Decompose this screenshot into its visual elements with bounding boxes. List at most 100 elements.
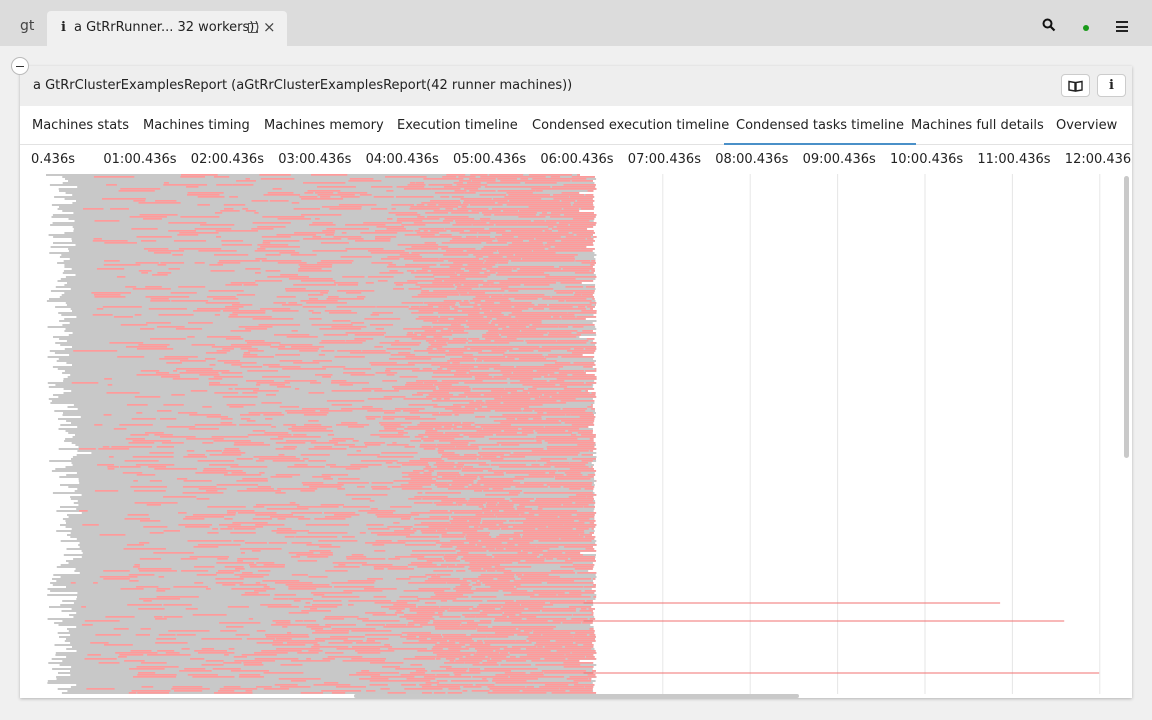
idle-row: [54, 644, 594, 646]
idle-row: [76, 508, 595, 510]
task-bar: [371, 262, 393, 264]
task-bar: [536, 498, 594, 500]
task-bar: [152, 274, 168, 276]
task-bar: [333, 566, 360, 568]
task-bar: [228, 648, 235, 650]
task-bar: [236, 458, 253, 460]
tab-machines-timing[interactable]: Machines timing: [131, 106, 262, 145]
vertical-scrollbar[interactable]: [1124, 176, 1129, 458]
collapse-button[interactable]: [11, 57, 29, 75]
task-bar: [222, 584, 236, 586]
tasks-timeline-chart[interactable]: [20, 174, 1132, 694]
task-bar: [106, 392, 140, 394]
task-bar: [242, 478, 268, 480]
task-bar: [485, 400, 557, 402]
book-button[interactable]: [1061, 74, 1090, 97]
task-bar: [545, 356, 558, 358]
task-bar: [305, 602, 311, 604]
task-bar: [157, 264, 167, 266]
task-bar: [457, 322, 489, 324]
task-bar: [351, 322, 365, 324]
close-icon[interactable]: ×: [263, 18, 276, 36]
task-bar: [406, 678, 436, 680]
task-bar: [323, 478, 333, 480]
tab-execution-timeline[interactable]: Execution timeline: [385, 106, 530, 145]
task-bar: [427, 578, 460, 580]
task-bar: [465, 536, 492, 538]
task-bar: [332, 562, 367, 564]
maximize-icon[interactable]: [248, 23, 258, 33]
task-bar: [393, 522, 400, 524]
task-bar: [369, 500, 375, 502]
task-bar: [417, 650, 461, 652]
task-bar: [464, 406, 482, 408]
task-bar: [251, 228, 274, 230]
inspect-button[interactable]: i: [1097, 74, 1126, 97]
task-bar: [127, 514, 149, 516]
task-bar: [133, 490, 166, 492]
task-bar: [170, 292, 197, 294]
task-bar: [460, 304, 478, 306]
task-bar: [319, 546, 341, 548]
task-bar: [279, 360, 303, 362]
task-bar: [420, 444, 436, 446]
tab-condensed-tasks-timeline[interactable]: Condensed tasks timeline: [724, 106, 917, 145]
idle-row: [70, 496, 594, 498]
task-bar: [562, 318, 586, 320]
search-icon[interactable]: [1042, 17, 1056, 36]
time-tick-label: 11:00.436s: [977, 152, 1051, 167]
task-bar: [524, 408, 561, 410]
task-bar: [439, 412, 474, 414]
tab-machines-full-details[interactable]: Machines full details: [899, 106, 1056, 145]
task-bar: [569, 462, 589, 464]
task-bar: [330, 466, 369, 468]
task-bar: [138, 270, 152, 272]
task-bar: [503, 430, 534, 432]
task-bar: [248, 350, 264, 352]
tab-overview[interactable]: Overview: [1044, 106, 1129, 145]
task-bar: [495, 632, 530, 634]
task-bar: [273, 302, 286, 304]
task-bar: [499, 282, 556, 284]
task-bar: [478, 604, 520, 606]
task-bar: [521, 432, 534, 434]
window-tab[interactable]: i a GtRrRunner... 32 workers)) ×: [47, 11, 287, 46]
time-tick-label: 08:00.436s: [715, 152, 789, 167]
task-bar: [532, 308, 544, 310]
task-bar: [447, 482, 474, 484]
task-bar: [584, 536, 596, 538]
hamburger-menu-icon[interactable]: [1116, 21, 1128, 35]
task-bar: [218, 260, 260, 262]
task-bar: [488, 330, 520, 332]
task-bar: [301, 198, 344, 200]
task-bar: [455, 548, 495, 550]
gt-logo[interactable]: gt: [20, 18, 34, 34]
task-bar: [168, 268, 180, 270]
task-bar: [438, 448, 480, 450]
task-bar: [487, 406, 529, 408]
task-bar: [326, 228, 369, 230]
task-bar: [447, 328, 466, 330]
task-bar: [547, 582, 594, 584]
task-bar: [321, 206, 362, 208]
tab-machines-stats[interactable]: Machines stats: [20, 106, 141, 145]
task-bar: [240, 414, 261, 416]
horizontal-scrollbar[interactable]: [354, 694, 799, 698]
task-bar: [452, 410, 491, 412]
task-bar: [320, 242, 349, 244]
task-bar: [497, 190, 536, 192]
task-bar: [391, 208, 396, 210]
task-bar: [481, 308, 529, 310]
task-bar: [224, 362, 257, 364]
task-bar: [250, 566, 285, 568]
tab-condensed-execution-timeline[interactable]: Condensed execution timeline: [520, 106, 741, 145]
task-bar: [440, 330, 452, 332]
task-bar: [472, 664, 499, 666]
task-bar: [133, 676, 177, 678]
task-bar: [290, 254, 317, 256]
tab-machines-memory[interactable]: Machines memory: [252, 106, 396, 145]
task-bar: [584, 370, 597, 372]
task-bar: [488, 528, 500, 530]
task-bar: [248, 412, 282, 414]
task-bar: [221, 244, 252, 246]
